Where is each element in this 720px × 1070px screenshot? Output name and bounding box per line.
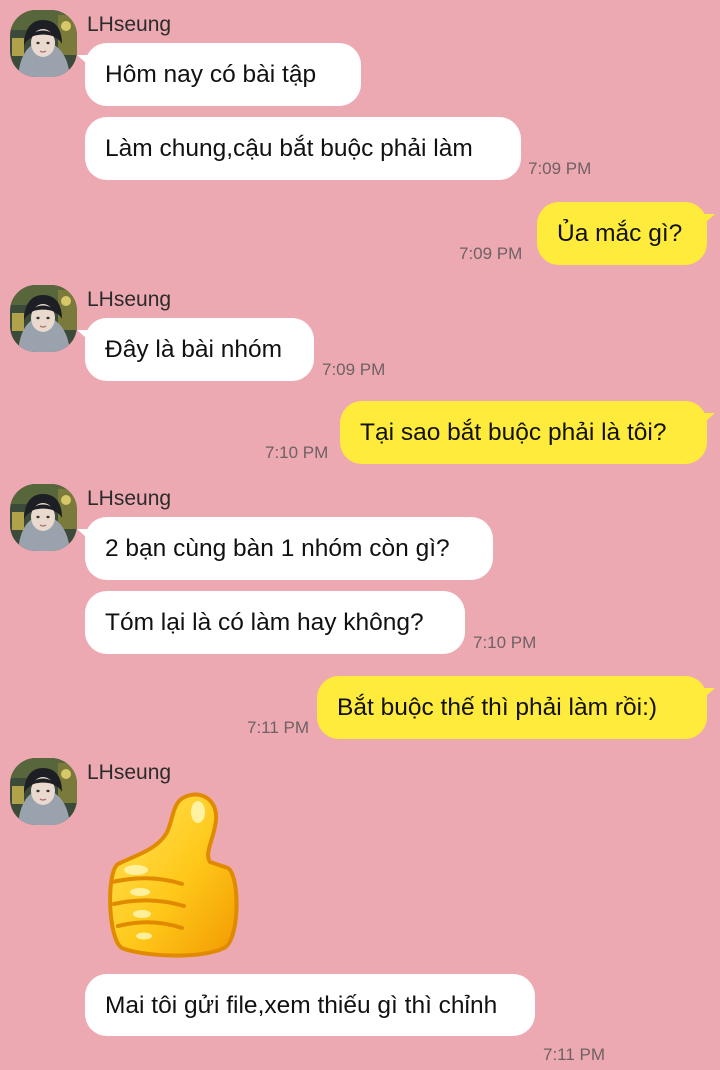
sender-name: LHseung bbox=[87, 487, 172, 510]
message-bubble-outgoing[interactable]: Ủa mắc gì? bbox=[537, 202, 707, 265]
sender-name: LHseung bbox=[87, 13, 172, 36]
message-timestamp: 7:09 PM bbox=[459, 244, 523, 263]
message-bubble-outgoing[interactable]: Tại sao bắt buộc phải là tôi? bbox=[340, 401, 707, 464]
contact-avatar[interactable] bbox=[10, 758, 77, 825]
sender-name: LHseung bbox=[87, 761, 172, 784]
contact-avatar[interactable] bbox=[10, 484, 77, 551]
chat-thread[interactable]: LHseung Hôm nay có bài tập Làm chung,cậu… bbox=[0, 0, 720, 1070]
message-timestamp: 7:11 PM bbox=[247, 718, 310, 737]
message-timestamp: 7:10 PM bbox=[265, 443, 329, 462]
sender-name: LHseung bbox=[87, 288, 172, 311]
message-bubble-incoming[interactable]: Làm chung,cậu bắt buộc phải làm bbox=[85, 117, 521, 180]
message-bubble-incoming[interactable]: Mai tôi gửi file,xem thiếu gì thì chỉnh bbox=[85, 974, 535, 1036]
contact-avatar[interactable] bbox=[10, 285, 77, 352]
message-timestamp: 7:09 PM bbox=[322, 360, 386, 379]
message-timestamp: 7:10 PM bbox=[473, 633, 537, 652]
message-timestamp: 7:09 PM bbox=[528, 159, 592, 178]
message-bubble-incoming[interactable]: Hôm nay có bài tập bbox=[85, 43, 361, 106]
thumbs-up-sticker[interactable] bbox=[100, 790, 245, 962]
message-bubble-incoming[interactable]: Đây là bài nhóm bbox=[85, 318, 314, 381]
contact-avatar[interactable] bbox=[10, 10, 77, 77]
message-bubble-incoming[interactable]: Tóm lại là có làm hay không? bbox=[85, 591, 465, 654]
message-bubble-outgoing[interactable]: Bắt buộc thế thì phải làm rồi:) bbox=[317, 676, 707, 739]
message-bubble-incoming[interactable]: 2 bạn cùng bàn 1 nhóm còn gì? bbox=[85, 517, 493, 580]
message-timestamp: 7:11 PM bbox=[543, 1045, 606, 1064]
